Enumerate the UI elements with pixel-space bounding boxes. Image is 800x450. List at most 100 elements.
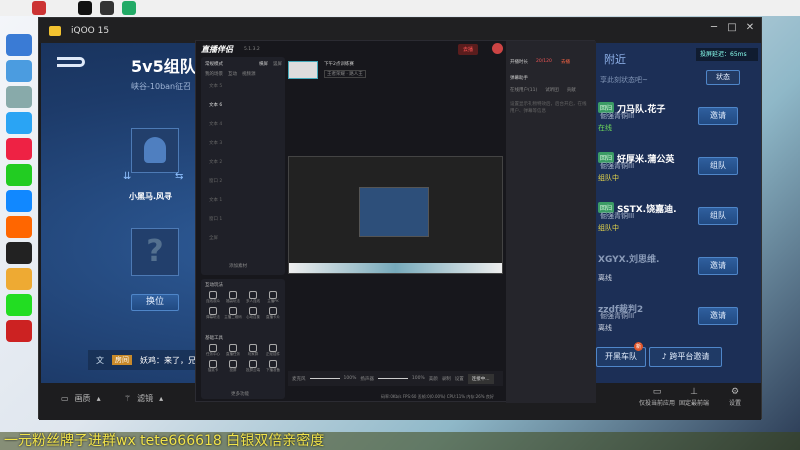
tool-item[interactable]: 多人连线	[243, 291, 263, 304]
desktop-icon[interactable]	[6, 242, 32, 264]
filter-button[interactable]: ⚚ 滤镜 ▴	[124, 393, 163, 404]
source-item[interactable]: 文本 3	[209, 140, 222, 159]
swap-button[interactable]: 换位	[131, 294, 179, 311]
quality-button[interactable]: ▭ 画质 ▴	[61, 393, 101, 404]
player-slot[interactable]	[131, 128, 179, 173]
start-live-button[interactable]: 连接中...	[467, 373, 494, 384]
preview-nested-window	[359, 187, 429, 237]
tool-item[interactable]: 正经插件	[263, 344, 283, 357]
room-cover[interactable]	[288, 61, 318, 79]
tool-item[interactable]: 任务中心	[203, 344, 223, 357]
source-item[interactable]: 文本 6	[209, 102, 222, 121]
app-icon[interactable]	[78, 1, 92, 15]
app-icon[interactable]	[100, 1, 114, 15]
tool-item[interactable]: 主播二维码	[223, 307, 243, 320]
tab-portrait[interactable]: 竖屏	[273, 61, 282, 67]
desktop-icon[interactable]	[6, 320, 32, 342]
desktop-icon[interactable]	[6, 294, 32, 316]
desktop-icon[interactable]	[6, 86, 32, 108]
tool-item[interactable]: 主播PK	[263, 291, 283, 304]
friend-action-button[interactable]: 邀请	[698, 307, 738, 325]
tool-item[interactable]: 直播任务	[223, 344, 243, 357]
friend-action-button[interactable]: 邀请	[698, 107, 738, 125]
friend-rank: 倔强青铜III	[600, 212, 635, 220]
tab-contribution[interactable]: 贡献	[567, 87, 576, 93]
tool-item[interactable]: 直播卡片	[263, 307, 283, 320]
app-icon[interactable]	[32, 1, 46, 15]
source-item[interactable]: 文本 4	[209, 121, 222, 140]
mode-select[interactable]: 常规模式	[205, 61, 223, 67]
close-button[interactable]: ✕	[741, 22, 759, 33]
tab-audition[interactable]: 试听团	[545, 87, 559, 93]
tab-landscape[interactable]: 横屏	[259, 61, 268, 67]
pin-icon: ⊥	[690, 387, 698, 397]
app-icon[interactable]	[122, 1, 136, 15]
speaker-slider[interactable]	[377, 378, 408, 379]
friend-rank: 倔强青铜III	[600, 112, 635, 120]
status-button[interactable]: 状态	[706, 70, 740, 85]
avatar[interactable]	[492, 43, 503, 54]
source-item[interactable]: 文本 1	[209, 197, 222, 216]
more-tools-button[interactable]: 更多功能	[231, 391, 249, 397]
category-tag[interactable]: 王者荣耀 · 路人王	[324, 70, 366, 78]
friend-action-button[interactable]: 组队	[698, 157, 738, 175]
tool-item[interactable]: 连线观众	[203, 291, 223, 304]
tool-item[interactable]: 弹幕玩法	[203, 307, 223, 320]
tool-item[interactable]: 下播准备	[263, 360, 283, 373]
tool-item[interactable]: 投屏云端	[243, 360, 263, 373]
cast-current-app-button[interactable]: ▭ 仅投当前应用	[639, 387, 675, 407]
desktop-icon[interactable]	[6, 268, 32, 290]
desktop-icon[interactable]	[6, 164, 32, 186]
desktop-top-strip	[0, 0, 800, 16]
settings-button[interactable]: ⚙ 设置	[729, 387, 741, 407]
pin-on-top-button[interactable]: ⊥ 固定最前端	[679, 387, 709, 407]
friend-status: 离线	[598, 324, 612, 332]
tool-item[interactable]: 抽奖卡	[203, 360, 223, 373]
desktop-icon[interactable]	[6, 138, 32, 160]
audio-controls: 麦克风 100% 扬声器 100% 美颜 录制 设置 连接中...	[288, 371, 503, 386]
friend-action-button[interactable]: 邀请	[698, 257, 738, 275]
room-title[interactable]: 下午2点训练赛	[324, 61, 354, 67]
maximize-button[interactable]: □	[723, 22, 741, 33]
minimize-button[interactable]: ─	[705, 22, 723, 33]
source-tab[interactable]: 互动	[228, 71, 237, 77]
voice-to-text-icon[interactable]: 文	[96, 355, 104, 366]
source-item[interactable]: 窗口 2	[209, 178, 222, 197]
desktop-icon[interactable]	[6, 112, 32, 134]
stream-settings-button[interactable]: 设置	[455, 376, 464, 382]
tool-item[interactable]: 玩家群	[243, 344, 263, 357]
record-button[interactable]: 录制	[442, 376, 451, 382]
source-tab[interactable]: 视频源	[242, 71, 256, 77]
add-source-button[interactable]: 添加素材	[229, 263, 247, 269]
source-tab[interactable]: 我的场景	[205, 71, 223, 77]
tool-item[interactable]: 心动召集	[243, 307, 263, 320]
desktop-icon[interactable]	[6, 190, 32, 212]
tool-item[interactable]: 福袋玩法	[223, 291, 243, 304]
go-live-button[interactable]: 去播	[458, 44, 479, 55]
streaming-app-window: 直播伴侣 5.1.3.2 去播 常规模式 横屏 竖屏 我的场景 互动 视频源 文本 …	[195, 40, 596, 403]
desktop-icon[interactable]	[6, 216, 32, 238]
nearby-panel: 附近 投屏延迟：65ms 享此刻状态吧~ 状态 回归 刀马队.花子 倔强青铜III…	[596, 43, 761, 383]
friend-action-button[interactable]: 组队	[698, 207, 738, 225]
swap-icon[interactable]: ⇆	[175, 171, 183, 182]
add-friend-icon[interactable]: ⇊	[123, 171, 131, 182]
back-icon[interactable]	[57, 57, 85, 67]
mic-label: 麦克风	[292, 376, 306, 382]
source-item[interactable]: 窗口 1	[209, 216, 222, 235]
tool-label: 福袋玩法	[226, 299, 240, 303]
empty-slot[interactable]: ?	[131, 228, 179, 276]
desktop-icon[interactable]	[6, 34, 32, 56]
tab-online-users[interactable]: 在线用户(11)	[510, 87, 537, 93]
mic-slider[interactable]	[309, 378, 340, 379]
source-item[interactable]: 文本 2	[209, 159, 222, 178]
source-item[interactable]: 文本 5	[209, 83, 222, 102]
friend-name: XGYX.刘思维.	[598, 255, 660, 265]
source-item[interactable]: 全屏	[209, 235, 222, 254]
cross-platform-invite-button[interactable]: ♪ 跨平台邀请	[649, 347, 722, 367]
friend-rank: 倔强青铜III	[600, 162, 635, 170]
tool-icon	[249, 307, 257, 315]
friend-status: 在线	[598, 124, 612, 132]
desktop-icon[interactable]	[6, 60, 32, 82]
beauty-button[interactable]: 美颜	[429, 376, 438, 382]
tool-item[interactable]: 投屏	[223, 360, 243, 373]
